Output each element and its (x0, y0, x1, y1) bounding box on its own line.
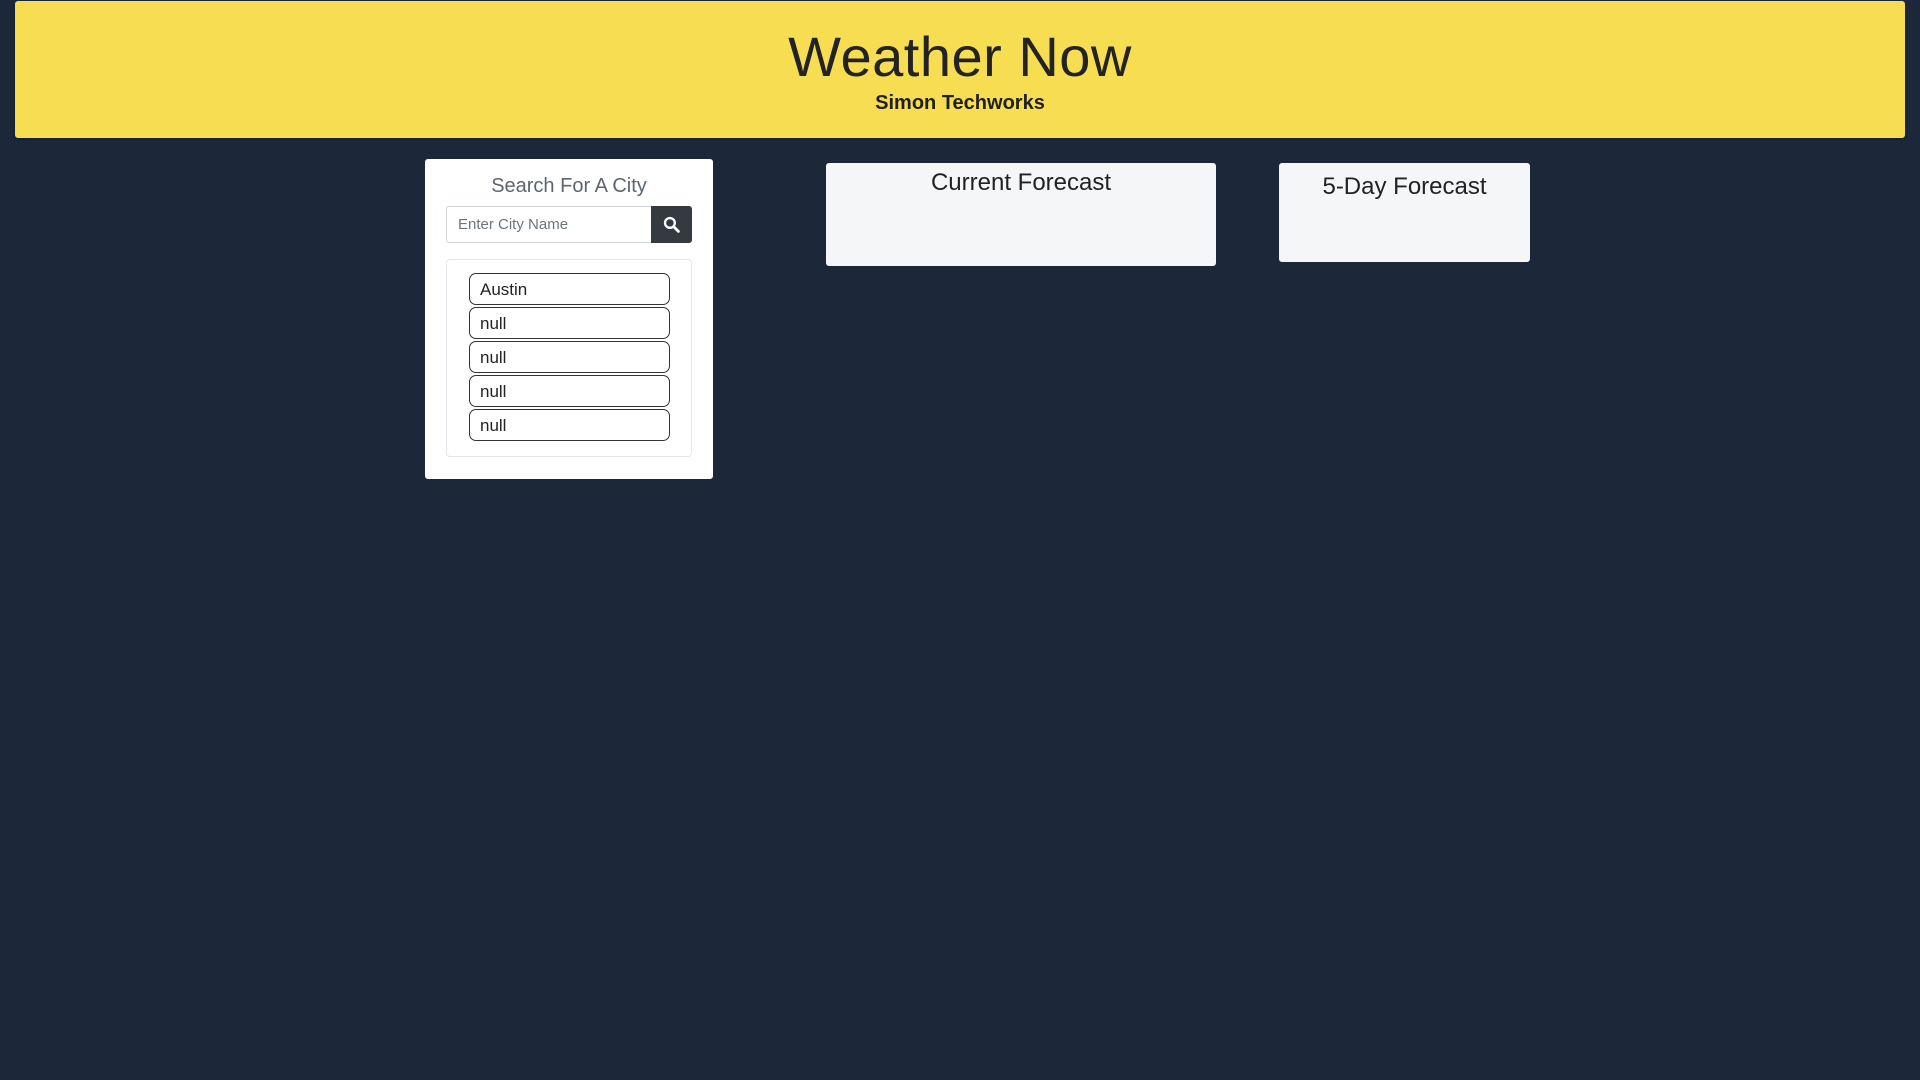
current-forecast-title: Current Forecast (930, 169, 1112, 196)
page-title: Weather Now (788, 25, 1132, 88)
current-forecast-panel: Current Forecast (826, 163, 1216, 266)
history-item-button[interactable]: Austin (469, 273, 670, 305)
search-icon (663, 216, 680, 233)
search-button[interactable] (651, 206, 692, 243)
page-header: Weather Now Simon Techworks (15, 1, 1905, 138)
history-item-button[interactable]: null (469, 341, 670, 373)
five-day-forecast-panel: 5-Day Forecast (1279, 163, 1530, 262)
five-day-forecast-title: 5-Day Forecast (1322, 173, 1487, 200)
search-history-list: Austin null null null null (446, 259, 692, 457)
search-bar (446, 206, 692, 243)
history-item-button[interactable]: null (469, 375, 670, 407)
history-item-button[interactable]: null (469, 307, 670, 339)
history-item-button[interactable]: null (469, 409, 670, 441)
search-panel-title: Search For A City (491, 175, 647, 197)
page-subtitle: Simon Techworks (875, 92, 1045, 114)
city-search-input[interactable] (446, 206, 651, 243)
search-panel: Search For A City Austin null null null … (425, 159, 713, 479)
